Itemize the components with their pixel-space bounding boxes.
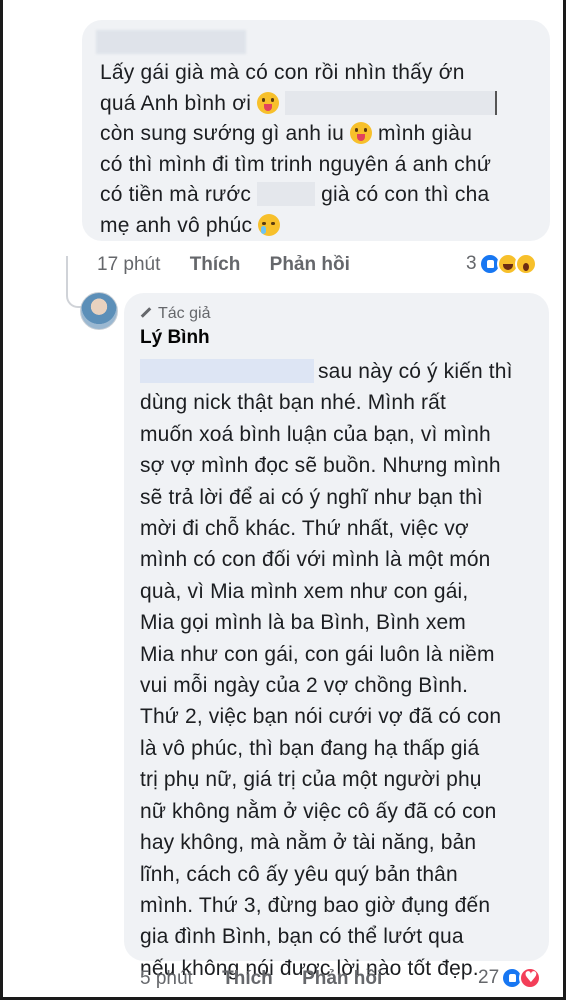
comment-time[interactable]: 17 phút [97,254,160,275]
reaction-count: 27 [478,967,500,988]
comment-line-part: già có con thì cha [321,183,490,206]
reply-time[interactable]: 5 phút [140,968,193,989]
love-reaction-icon [519,967,542,989]
redacted-mention[interactable] [140,359,314,383]
redacted-text [257,182,316,206]
sad-tear-emoji-icon [258,213,281,236]
reply-line: mời đi chỗ khác. Thứ nhất, việc vợ [140,517,469,541]
redacted-text [285,90,498,115]
reply-author-name[interactable]: Lý Bình [140,327,210,349]
reply-line: dùng nick thật bạn nhé. Mình rất [140,391,446,415]
tongue-emoji-icon [257,91,280,114]
reply-line: Mia như con gái, con gái luôn là niềm [140,642,495,666]
reply-text: sau này có ý kiến thì dùng nick thật bạn… [140,356,540,984]
reply-line: lĩnh, cách cô ấy yêu quý bản thân [140,862,458,886]
reply-line: sẽ trả lời để ai có ý nghĩ như bạn thì [140,485,483,509]
comment-line: còn sung sướng gì anh iu mình giàu [100,119,540,150]
reply-button[interactable]: Phản hồi [270,254,350,275]
comment-line-part: mình giàu [378,122,473,145]
reply-line: sợ vợ mình đọc sẽ buồn. Nhưng mình [140,454,501,478]
comment-line-part: mẹ anh vô phúc [100,213,253,237]
reply-line: nữ không nằm ở việc cô ấy đã có con [140,799,497,823]
comment-bubble: Lấy gái già mà có con rồi nhìn thấy ớn q… [82,20,550,241]
author-badge-label: Tác giả [158,305,211,322]
reply-line: sau này có ý kiến thì [140,356,540,387]
reply-button[interactable]: Phản hồi [302,968,382,989]
reply-line: muốn xoá bình luận của bạn, vì mình [140,422,491,446]
comment-text: Lấy gái già mà có con rồi nhìn thấy ớn q… [100,58,540,241]
author-avatar[interactable] [80,292,118,330]
reply-bubble: Tác giả Lý Bình sau này có ý kiến thì dù… [124,293,549,980]
tongue-emoji-icon [350,122,372,144]
reply-line: mình. Thứ 3, đừng bao giờ đụng đến [140,893,491,917]
redacted-commenter-name [96,30,246,54]
reply-line: vui mỗi ngày của 2 vợ chồng Bình. [140,674,469,698]
reply-line: Mia gọi mình là ba Bình, Bình xem [140,611,466,635]
reply-line: hay không, mà nằm ở tài năng, bản [140,831,477,855]
comment-line-part: còn sung sướng gì anh iu [100,122,344,145]
comment-actions: 17 phút Thích Phản hồi [97,254,374,276]
reply-line: quà, vì Mia mình xem như con gái, [140,579,469,603]
comment-line: có tiền mà rước già có con thì cha [100,180,540,211]
reply-line: là vô phúc, thì bạn đang hạ thấp giá [140,736,480,760]
reply-line: Thứ 2, việc bạn nói cưới vợ đã có con [140,705,502,729]
pencil-icon [140,307,152,318]
reaction-summary[interactable]: 27 [478,967,542,989]
comment-line: quá Anh bình ơi [100,89,540,120]
comment-line: mẹ anh vô phúc [100,211,540,242]
reaction-count: 3 [466,253,477,274]
comment-line-part: có tiền mà rước [100,183,252,206]
like-button[interactable]: Thích [190,254,241,275]
reply-line-part: sau này có ý kiến thì [318,360,513,383]
wow-reaction-icon [514,253,537,275]
reply-line: mình có con đối với mình là một món [140,548,491,572]
reaction-summary[interactable]: 3 [466,253,537,275]
comment-line: Lấy gái già mà có con rồi nhìn thấy ớn [100,61,465,84]
reply-line: gia đình Bình, bạn có thể lướt qua [140,925,464,949]
author-badge: Tác giả [140,305,210,323]
reply-actions: 5 phút Thích Phản hồi [140,968,406,990]
comment-line: có thì mình đi tìm trinh nguyên á anh ch… [100,152,492,176]
comment-line-part: quá Anh bình ơi [100,91,252,115]
reply-line: trị phụ nữ, giá trị của một người phụ [140,768,482,792]
like-button[interactable]: Thích [222,968,273,989]
